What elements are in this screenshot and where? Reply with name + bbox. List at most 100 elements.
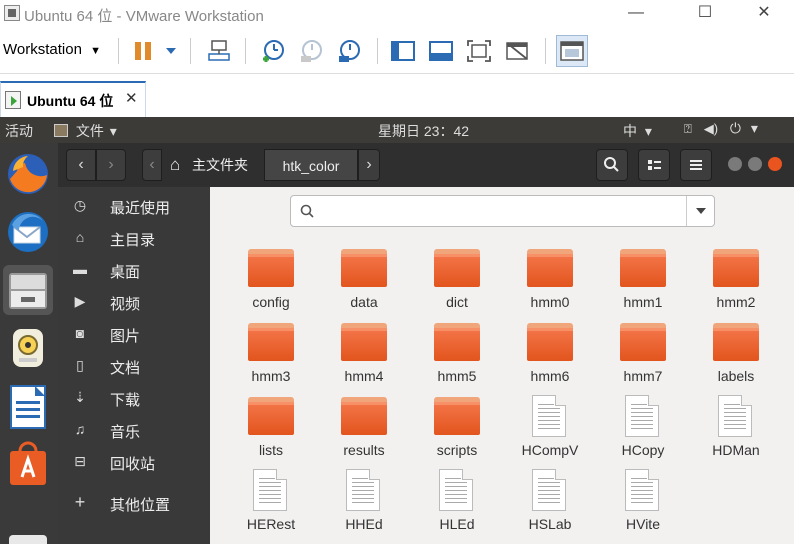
unity-mode-button[interactable] — [504, 38, 530, 64]
folder-item[interactable]: hmm7 — [603, 321, 683, 393]
sidebar-item-pictures[interactable]: ◙ 图片 — [58, 318, 210, 350]
forward-button[interactable]: › — [96, 149, 126, 181]
folder-item[interactable]: labels — [696, 321, 776, 393]
software-center-icon[interactable] — [3, 439, 53, 489]
close-button[interactable]: ✕ — [752, 2, 776, 24]
breadcrumb-home[interactable]: ⌂ 主文件夹 — [162, 149, 264, 181]
folder-item[interactable]: results — [324, 395, 404, 467]
vm-tab-ubuntu[interactable]: Ubuntu 64 位 ✕ — [0, 81, 146, 117]
view-toggle-button[interactable] — [638, 149, 670, 181]
sidebar-item-recent[interactable]: ◷ 最近使用 — [58, 190, 210, 222]
sidebar-item-documents[interactable]: ▯ 文档 — [58, 350, 210, 382]
folder-item[interactable]: hmm5 — [417, 321, 497, 393]
file-item[interactable]: HLEd — [417, 469, 497, 541]
power-dropdown-icon[interactable] — [166, 48, 176, 54]
places-sidebar: ◷ 最近使用 ⌂ 主目录 ▬ 桌面 ▶ 视频 ◙ 图片 ▯ 文档 ⇣ 下载 ♫ … — [58, 187, 210, 544]
full-screen-button[interactable] — [466, 38, 492, 64]
folder-item[interactable]: hmm2 — [696, 247, 776, 319]
clock[interactable]: 星期日 23：42 — [378, 121, 469, 141]
window-minimize-button[interactable] — [728, 157, 742, 171]
sidebar-item-home[interactable]: ⌂ 主目录 — [58, 222, 210, 254]
folder-item[interactable]: hmm6 — [510, 321, 590, 393]
libreoffice-writer-icon[interactable] — [3, 381, 53, 431]
folder-item[interactable]: hmm0 — [510, 247, 590, 319]
window-close-button[interactable] — [768, 157, 782, 171]
folder-item[interactable]: hmm4 — [324, 321, 404, 393]
file-name-label: dict — [446, 294, 468, 310]
path-scroll-right-button[interactable]: › — [358, 149, 380, 181]
folder-item[interactable]: scripts — [417, 395, 497, 467]
file-item[interactable]: HDMan — [696, 395, 776, 467]
file-item[interactable]: HERest — [231, 469, 311, 541]
power-icon: ⏻ — [729, 120, 741, 136]
take-snapshot-button[interactable] — [260, 38, 286, 64]
system-menu[interactable]: ⍰ ◀) ⏻ ▾ — [684, 120, 758, 137]
help-icon[interactable] — [3, 535, 53, 544]
camera-icon: ◙ — [75, 325, 85, 341]
folder-icon — [713, 249, 759, 287]
revert-snapshot-button[interactable] — [298, 38, 324, 64]
text-file-icon — [625, 395, 659, 437]
activities-button[interactable]: 活动 — [5, 121, 33, 141]
breadcrumb-label: 主文件夹 — [192, 157, 248, 173]
file-name-label: HLEd — [439, 516, 475, 532]
snapshot-manager-button[interactable] — [336, 38, 362, 64]
sidebar-item-label: 下载 — [110, 392, 141, 409]
workstation-menu[interactable]: Workstation ▼ — [3, 41, 101, 58]
sidebar-item-trash[interactable]: ⊟ 回收站 — [58, 446, 210, 478]
path-scroll-left-button[interactable]: ‹ — [142, 149, 162, 181]
folder-item[interactable]: hmm1 — [603, 247, 683, 319]
ubuntu-top-bar: 活动 文件 ▾ 星期日 23：42 中 ▾ ⍰ ◀) ⏻ ▾ — [0, 117, 794, 143]
file-item[interactable]: HCompV — [510, 395, 590, 467]
volume-icon: ◀) — [703, 121, 719, 136]
file-item[interactable]: HCopy — [603, 395, 683, 467]
sidebar-item-other-locations[interactable]: + 其他位置 — [58, 487, 210, 519]
sidebar-item-label: 音乐 — [110, 424, 141, 441]
folder-icon — [341, 323, 387, 361]
files-icon[interactable] — [3, 265, 53, 315]
window-maximize-button[interactable] — [748, 157, 762, 171]
file-name-label: labels — [717, 368, 755, 384]
search-options-dropdown[interactable] — [686, 196, 714, 226]
folder-item[interactable]: lists — [231, 395, 311, 467]
text-file-icon — [346, 469, 380, 511]
folder-item[interactable]: hmm3 — [231, 321, 311, 393]
thunderbird-icon[interactable] — [3, 207, 53, 257]
back-button[interactable]: ‹ — [66, 149, 96, 181]
breadcrumb-current[interactable]: htk_color — [264, 149, 358, 181]
console-view-button[interactable] — [556, 35, 588, 67]
input-method-menu[interactable]: 中 ▾ — [623, 121, 652, 141]
send-ctrl-alt-del-button[interactable] — [206, 38, 232, 64]
document-icon: ▯ — [76, 357, 84, 373]
rhythmbox-icon[interactable] — [3, 323, 53, 373]
folder-icon — [434, 249, 480, 287]
search-button[interactable] — [596, 149, 628, 181]
firefox-icon[interactable] — [3, 149, 53, 199]
sidebar-item-music[interactable]: ♫ 音乐 — [58, 414, 210, 446]
file-item[interactable]: HSLab — [510, 469, 590, 541]
minimize-button[interactable]: — — [624, 2, 648, 24]
folder-icon — [713, 323, 759, 361]
app-menu[interactable]: 文件 ▾ — [54, 121, 117, 141]
vm-tab-close-button[interactable]: ✕ — [125, 89, 138, 107]
search-input[interactable] — [319, 200, 679, 222]
file-item[interactable]: HHEd — [324, 469, 404, 541]
sidebar-item-downloads[interactable]: ⇣ 下载 — [58, 382, 210, 414]
music-icon: ♫ — [74, 421, 86, 437]
folder-item[interactable]: data — [324, 247, 404, 319]
folder-item[interactable]: dict — [417, 247, 497, 319]
pause-button[interactable] — [130, 38, 156, 64]
maximize-button[interactable]: ☐ — [693, 2, 717, 24]
toolbar-divider — [377, 38, 378, 64]
search-bar[interactable] — [290, 195, 715, 227]
sidebar-item-videos[interactable]: ▶ 视频 — [58, 286, 210, 318]
chevron-down-icon: ▾ — [644, 123, 652, 139]
show-thumbnail-bar-button[interactable] — [428, 38, 454, 64]
folder-icon — [341, 249, 387, 287]
sidebar-item-desktop[interactable]: ▬ 桌面 — [58, 254, 210, 286]
text-file-icon — [439, 469, 473, 511]
file-item[interactable]: HVite — [603, 469, 683, 541]
menu-button[interactable] — [680, 149, 712, 181]
show-library-button[interactable] — [390, 38, 416, 64]
folder-item[interactable]: config — [231, 247, 311, 319]
